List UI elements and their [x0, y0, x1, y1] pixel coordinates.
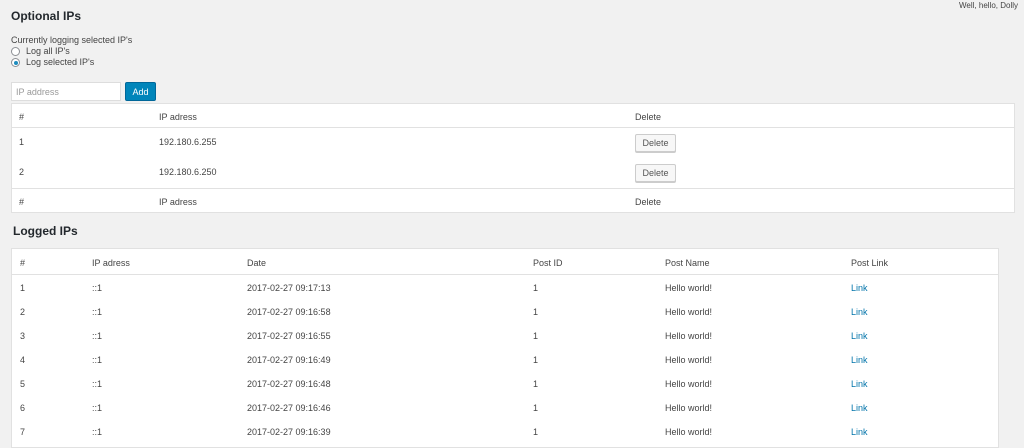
radio-log-all[interactable]	[11, 47, 20, 56]
log-row-num: 5	[20, 379, 26, 389]
log-row-link[interactable]: Link	[851, 355, 868, 365]
log-row-date: 2017-02-27 09:16:39	[247, 427, 331, 437]
optional-ips-table: # IP adress Delete 1 192.180.6.255 Delet…	[11, 103, 1015, 213]
log-col-ip: IP adress	[92, 258, 130, 268]
col-footer-delete: Delete	[635, 197, 662, 207]
log-row-ip: ::1	[92, 403, 103, 413]
header-divider	[12, 127, 1014, 128]
log-row-num: 3	[20, 331, 26, 341]
log-row-ip: ::1	[92, 355, 103, 365]
log-row-num: 7	[20, 427, 26, 437]
footer-divider	[12, 188, 1014, 189]
delete-button-row-2[interactable]: Delete	[635, 164, 676, 182]
log-row-num: 1	[20, 283, 26, 293]
logged-ips-title: Logged IPs	[13, 224, 78, 238]
log-row-post-name: Hello world!	[665, 307, 713, 317]
log-row-post-id: 1	[533, 403, 539, 413]
log-row-post-name: Hello world!	[665, 331, 713, 341]
log-row-date: 2017-02-27 09:17:13	[247, 283, 331, 293]
log-row-post-id: 1	[533, 307, 539, 317]
log-row-post-name: Hello world!	[665, 379, 713, 389]
col-footer-ip: IP adress	[159, 197, 197, 207]
log-row-date: 2017-02-27 09:16:48	[247, 379, 331, 389]
log-row-post-name: Hello world!	[665, 403, 713, 413]
logging-mode: Currently logging selected IP's Log all …	[11, 35, 132, 68]
delete-button-row-1[interactable]: Delete	[635, 134, 676, 152]
log-row-num: 4	[20, 355, 26, 365]
row-1-num: 1	[19, 137, 25, 147]
log-row-date: 2017-02-27 09:16:49	[247, 355, 331, 365]
log-row-post-id: 1	[533, 379, 539, 389]
greeting-text: Well, hello, Dolly	[959, 1, 1018, 10]
add-ip-button[interactable]: Add	[125, 82, 156, 101]
log-header-divider	[12, 274, 998, 275]
log-col-post-link: Post Link	[851, 258, 889, 268]
log-row-post-id: 1	[533, 331, 539, 341]
log-row-num: 6	[20, 403, 26, 413]
col-header-num: #	[19, 112, 25, 122]
row-2-num: 2	[19, 167, 25, 177]
log-row-link[interactable]: Link	[851, 427, 868, 437]
log-row-date: 2017-02-27 09:16:55	[247, 331, 331, 341]
log-row-post-name: Hello world!	[665, 427, 713, 437]
log-col-post-id: Post ID	[533, 258, 563, 268]
logged-ips-table: # IP adress Date Post ID Post Name Post …	[11, 248, 999, 448]
log-row-ip: ::1	[92, 427, 103, 437]
log-row-link[interactable]: Link	[851, 283, 868, 293]
option-log-all[interactable]: Log all IP's	[11, 46, 132, 57]
log-row-post-id: 1	[533, 283, 539, 293]
row-2-ip: 192.180.6.250	[159, 167, 217, 177]
ip-address-input[interactable]	[11, 82, 121, 101]
logging-status-text: Currently logging selected IP's	[11, 35, 133, 45]
radio-log-selected[interactable]	[11, 58, 20, 67]
log-row-post-id: 1	[533, 355, 539, 365]
log-row-ip: ::1	[92, 331, 103, 341]
log-row-date: 2017-02-27 09:16:46	[247, 403, 331, 413]
option-log-selected[interactable]: Log selected IP's	[11, 57, 132, 68]
log-row-ip: ::1	[92, 307, 103, 317]
row-1-ip: 192.180.6.255	[159, 137, 217, 147]
log-row-link[interactable]: Link	[851, 331, 868, 341]
log-row-post-name: Hello world!	[665, 283, 713, 293]
col-header-ip: IP adress	[159, 112, 197, 122]
log-row-ip: ::1	[92, 283, 103, 293]
option-log-all-label: Log all IP's	[26, 46, 70, 56]
log-row-link[interactable]: Link	[851, 307, 868, 317]
log-row-post-id: 1	[533, 427, 539, 437]
col-header-delete: Delete	[635, 112, 662, 122]
optional-ips-title: Optional IPs	[11, 9, 82, 23]
log-row-date: 2017-02-27 09:16:58	[247, 307, 331, 317]
log-row-post-name: Hello world!	[665, 355, 713, 365]
log-col-date: Date	[247, 258, 267, 268]
log-row-link[interactable]: Link	[851, 379, 868, 389]
col-footer-num: #	[19, 197, 25, 207]
log-col-num: #	[20, 258, 26, 268]
log-col-post-name: Post Name	[665, 258, 710, 268]
option-log-selected-label: Log selected IP's	[26, 57, 95, 67]
log-row-ip: ::1	[92, 379, 103, 389]
log-row-link[interactable]: Link	[851, 403, 868, 413]
log-row-num: 2	[20, 307, 26, 317]
